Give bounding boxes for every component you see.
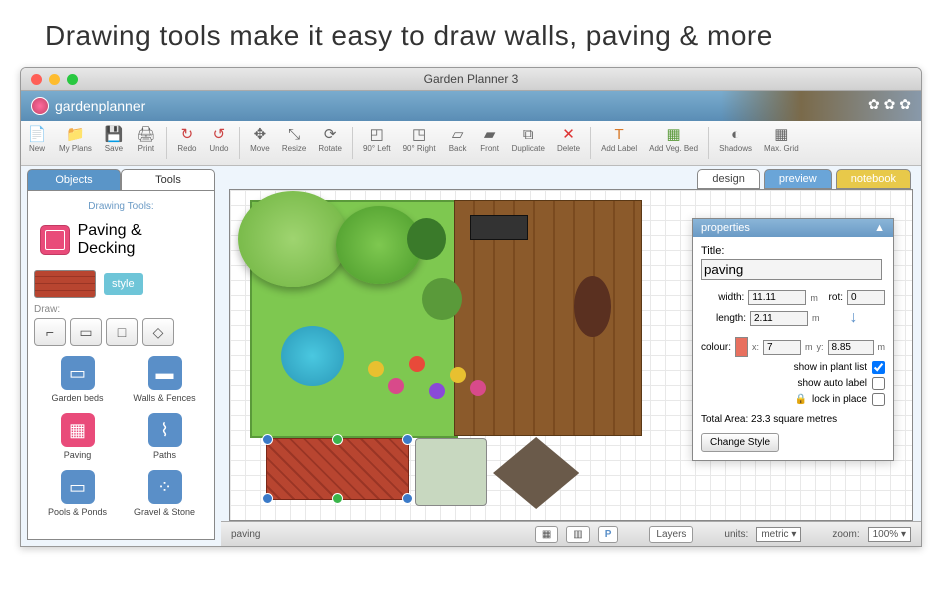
status-selection: paving <box>231 529 260 540</box>
bbq-shape[interactable] <box>470 215 528 240</box>
tab-design[interactable]: design <box>697 169 759 189</box>
category-pools-ponds[interactable]: ▭Pools & Ponds <box>44 470 111 517</box>
page-headline: Drawing tools make it easy to draw walls… <box>0 0 942 67</box>
category-paths[interactable]: ⌇Paths <box>131 413 198 460</box>
current-tool-label: Paving & Decking <box>78 222 202 258</box>
brick-swatch[interactable] <box>34 270 96 298</box>
brand-name: gardenplanner <box>55 98 145 114</box>
rot-label: rot: <box>822 292 843 303</box>
toolbar-print[interactable]: 🖨Print <box>130 121 162 165</box>
toolbar-new[interactable]: 📄New <box>21 121 53 165</box>
category-paving[interactable]: ▦Paving <box>44 413 111 460</box>
app-window: Garden Planner 3 gardenplanner 📄New📁My P… <box>20 67 922 547</box>
toolbar-redo[interactable]: ↻Redo <box>171 121 203 165</box>
brand-bar: gardenplanner <box>21 91 921 121</box>
paving-icon <box>40 225 70 255</box>
category-walls-fences[interactable]: ▬Walls & Fences <box>131 356 198 403</box>
toolbar-front[interactable]: ▰Front <box>474 121 506 165</box>
toolbar-save[interactable]: 💾Save <box>98 121 130 165</box>
y-input[interactable] <box>828 340 874 355</box>
colour-label: colour: <box>701 342 731 353</box>
car-shape[interactable] <box>415 438 488 506</box>
grid-view-button[interactable]: ▦ <box>535 526 558 543</box>
draw-mode-1[interactable]: ▭ <box>70 318 102 346</box>
layers-button[interactable]: Layers <box>649 526 693 543</box>
rot-input[interactable] <box>847 290 885 305</box>
title-input[interactable] <box>701 259 882 280</box>
properties-header[interactable]: properties▲ <box>693 219 893 237</box>
bush-shape[interactable] <box>422 278 461 320</box>
tools-panel: Drawing Tools: Paving & Decking style Dr… <box>27 191 215 540</box>
canvas-area: design preview notebook <box>221 166 921 546</box>
header-decoration <box>721 91 921 121</box>
table-shape[interactable] <box>574 276 611 337</box>
toolbar-rotate[interactable]: ⟳Rotate <box>312 121 348 165</box>
show-plant-checkbox[interactable] <box>872 361 885 374</box>
width-label: width: <box>701 292 744 303</box>
toolbar-add-label[interactable]: TAdd Label <box>595 121 643 165</box>
show-auto-checkbox[interactable] <box>872 377 885 390</box>
rotate-arrow-icon[interactable]: ↓ <box>850 309 858 327</box>
garden-plan <box>250 200 642 500</box>
category-gravel-stone[interactable]: ⁘Gravel & Stone <box>131 470 198 517</box>
draw-label: Draw: <box>34 304 208 315</box>
units-select[interactable]: metric ▾ <box>756 527 801 542</box>
toolbar-undo[interactable]: ↺Undo <box>203 121 235 165</box>
category-garden-beds[interactable]: ▭Garden beds <box>44 356 111 403</box>
grid-view-button[interactable]: ▥ <box>566 526 589 543</box>
x-input[interactable] <box>763 340 801 355</box>
width-input[interactable] <box>748 290 806 305</box>
change-style-button[interactable]: Change Style <box>701 433 779 452</box>
tab-notebook[interactable]: notebook <box>836 169 911 189</box>
grid-view-button[interactable]: P <box>598 526 619 543</box>
colour-swatch[interactable] <box>735 337 748 357</box>
toolbar-duplicate[interactable]: ⧉Duplicate <box>506 121 551 165</box>
drawing-tools-label: Drawing Tools: <box>34 201 208 212</box>
style-button[interactable]: style <box>104 273 143 295</box>
toolbar-resize[interactable]: ⤡Resize <box>276 121 312 165</box>
lock-checkbox[interactable] <box>872 393 885 406</box>
window-titlebar: Garden Planner 3 <box>21 68 921 91</box>
draw-mode-2[interactable]: □ <box>106 318 138 346</box>
tab-tools[interactable]: Tools <box>121 169 215 191</box>
sidebar: Objects Tools Drawing Tools: Paving & De… <box>21 166 221 546</box>
zoom-select[interactable]: 100% ▾ <box>868 527 911 542</box>
toolbar-max-grid[interactable]: ▦Max. Grid <box>758 121 805 165</box>
draw-mode-0[interactable]: ⌐ <box>34 318 66 346</box>
toolbar-move[interactable]: ✥Move <box>244 121 276 165</box>
current-tool-row[interactable]: Paving & Decking <box>34 216 208 264</box>
toolbar-shadows[interactable]: ◐Shadows <box>713 121 758 165</box>
toolbar-my-plans[interactable]: 📁My Plans <box>53 121 98 165</box>
toolbar-back[interactable]: ▱Back <box>442 121 474 165</box>
draw-mode-3[interactable]: ◇ <box>142 318 174 346</box>
length-input[interactable] <box>750 311 808 326</box>
title-label: Title: <box>701 245 885 257</box>
tab-objects[interactable]: Objects <box>27 169 121 191</box>
tab-preview[interactable]: preview <box>764 169 832 189</box>
flower-bed[interactable] <box>368 356 505 410</box>
length-label: length: <box>701 313 746 324</box>
toolbar-add-veg-bed[interactable]: ▦Add Veg. Bed <box>643 121 704 165</box>
tree-shape[interactable] <box>238 191 348 287</box>
collapse-icon[interactable]: ▲ <box>874 222 885 234</box>
main-toolbar: 📄New📁My Plans💾Save🖨Print ↻Redo↺Undo ✥Move⤡… <box>21 121 921 166</box>
roof-shape[interactable] <box>493 437 579 509</box>
lock-icon: 🔒 <box>795 394 807 405</box>
toolbar--right[interactable]: ◳90° Right <box>397 121 442 165</box>
bush-shape[interactable] <box>407 218 446 260</box>
toolbar-delete[interactable]: ✕Delete <box>551 121 586 165</box>
fountain-shape[interactable] <box>281 326 344 386</box>
properties-panel: properties▲ Title: width: m rot: <box>692 218 894 461</box>
app-logo-icon <box>31 97 49 115</box>
window-title: Garden Planner 3 <box>21 72 921 86</box>
canvas[interactable]: properties▲ Title: width: m rot: <box>229 189 913 521</box>
total-area-text: Total Area: 23.3 square metres <box>701 414 885 425</box>
status-bar: paving ▦ ▥ P Layers units: metric ▾ zoom… <box>221 521 921 546</box>
paving-shape-selected[interactable] <box>266 438 409 500</box>
toolbar--left[interactable]: ◰90° Left <box>357 121 397 165</box>
